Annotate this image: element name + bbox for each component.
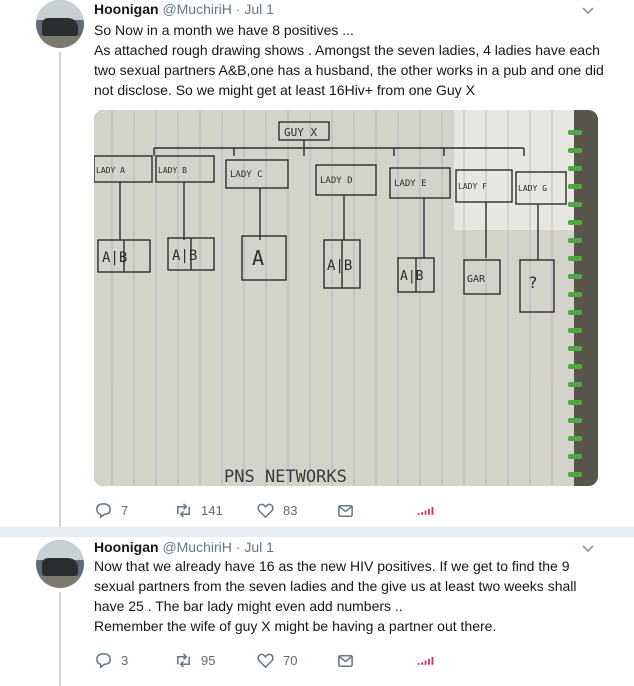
tweet-line: As attached rough drawing shows . Amongs… <box>94 42 604 98</box>
tweet-actions: 7 141 83 <box>94 500 604 520</box>
notebook-drawing: GUY X LADY A LADY B LADY C LADY D LADY E… <box>94 110 598 486</box>
reply-count: 3 <box>121 652 129 668</box>
reply-icon <box>96 502 111 519</box>
lady-label: LADY D <box>320 176 353 186</box>
reply-icon <box>96 652 111 669</box>
retweet-count: 95 <box>201 652 216 668</box>
partner-label: A|B <box>172 248 197 264</box>
reply-button[interactable]: 7 <box>94 500 128 520</box>
thread-line <box>59 592 61 686</box>
like-count: 83 <box>283 502 298 518</box>
attached-photo[interactable]: GUY X LADY A LADY B LADY C LADY D LADY E… <box>94 110 598 486</box>
tweet-separator <box>0 527 634 537</box>
like-count: 70 <box>283 652 298 668</box>
partner-label: A <box>252 246 264 270</box>
like-button[interactable]: 83 <box>256 500 297 520</box>
reply-button[interactable]: 3 <box>94 650 128 670</box>
retweet-button[interactable]: 141 <box>174 500 223 520</box>
author-name[interactable]: Hoonigan <box>94 1 159 17</box>
heart-icon <box>257 653 274 668</box>
tweet-time[interactable]: · Jul 1 <box>236 1 274 17</box>
partner-label: A|B <box>400 269 424 284</box>
direct-message-button[interactable] <box>336 500 355 520</box>
partner-label: GAR <box>467 274 486 285</box>
tweet-line: Remember the wife of guy X might be havi… <box>94 618 497 634</box>
tweet-time[interactable]: · Jul 1 <box>236 539 274 555</box>
reply-count: 7 <box>121 502 129 518</box>
chevron-down-icon[interactable] <box>581 542 595 556</box>
lady-label: LADY A <box>96 166 125 175</box>
lady-label: LADY B <box>158 166 187 175</box>
tweet-line: Now that we already have 16 as the new H… <box>94 558 577 614</box>
tweet-text: Now that we already have 16 as the new H… <box>94 556 594 636</box>
analytics-icon <box>417 656 434 665</box>
tweet-text: So Now in a month we have 8 positives ..… <box>94 20 604 100</box>
lady-label: LADY G <box>518 184 547 193</box>
tweet-1[interactable]: Hoonigan @MuchiriH · Jul 1 So Now in a m… <box>0 0 634 527</box>
envelope-icon <box>338 504 353 517</box>
thread-line <box>59 52 61 527</box>
envelope-icon <box>338 654 353 667</box>
lady-label: LADY C <box>230 170 263 180</box>
author-handle[interactable]: @MuchiriH <box>162 1 231 17</box>
tweet-actions: 3 95 70 <box>94 650 604 670</box>
tweet-header: Hoonigan @MuchiriH · Jul 1 <box>94 0 274 18</box>
lady-label: LADY F <box>458 182 487 191</box>
partner-label: A|B <box>102 250 127 266</box>
analytics-button[interactable] <box>416 650 435 670</box>
tweet-2[interactable]: Hoonigan @MuchiriH · Jul 1 Now that we a… <box>0 537 634 686</box>
author-handle[interactable]: @MuchiriH <box>162 539 231 555</box>
tweet-header: Hoonigan @MuchiriH · Jul 1 <box>94 538 274 556</box>
analytics-icon <box>417 506 434 515</box>
avatar[interactable] <box>36 0 84 48</box>
retweet-count: 141 <box>201 502 223 518</box>
retweet-icon <box>177 502 190 518</box>
chevron-down-icon[interactable] <box>581 4 595 18</box>
direct-message-button[interactable] <box>336 650 355 670</box>
retweet-button[interactable]: 95 <box>174 650 215 670</box>
like-button[interactable]: 70 <box>256 650 297 670</box>
avatar[interactable] <box>36 540 84 588</box>
partner-label: ? <box>528 273 538 292</box>
lady-label: LADY E <box>394 179 427 189</box>
retweet-icon <box>177 652 190 668</box>
tweet-line: So Now in a month we have 8 positives ..… <box>94 22 354 38</box>
analytics-button[interactable] <box>416 500 435 520</box>
author-name[interactable]: Hoonigan <box>94 539 159 555</box>
guy-x-label: GUY X <box>284 126 317 139</box>
partner-label: A|B <box>327 258 352 274</box>
watermark-text: PNS NETWORKS <box>224 467 347 486</box>
heart-icon <box>257 503 274 518</box>
